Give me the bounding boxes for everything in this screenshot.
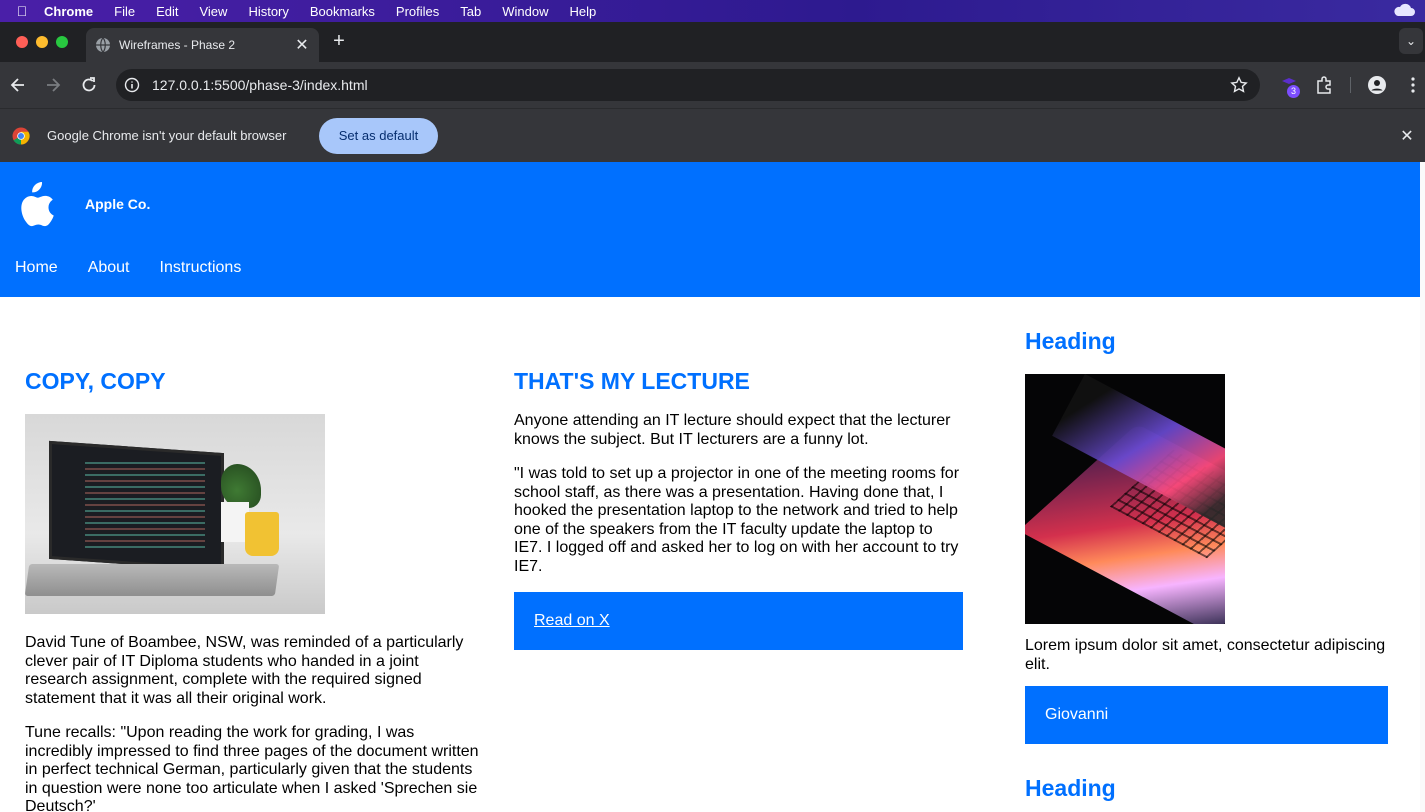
menu-view[interactable]: View xyxy=(199,4,227,19)
apple-logo-icon[interactable] xyxy=(15,182,55,229)
cloud-icon[interactable] xyxy=(1393,3,1415,17)
menu-bookmarks[interactable]: Bookmarks xyxy=(310,4,375,19)
read-on-x-box: Read on X xyxy=(514,592,963,650)
infobar-close-icon[interactable]: ✕ xyxy=(1399,126,1415,145)
article-paragraph: "I was told to set up a projector in one… xyxy=(514,465,960,575)
author-name-box: Giovanni xyxy=(1025,686,1388,744)
address-bar[interactable]: 127.0.0.1:5500/phase-3/index.html xyxy=(116,69,1260,101)
tab-search-chevron-icon[interactable]: ⌄ xyxy=(1399,28,1423,54)
article-copy-copy: COPY, COPY David Tune of Boambee, NSW, w… xyxy=(25,368,480,812)
window-minimize-button[interactable] xyxy=(36,36,48,48)
macbook-photo xyxy=(1025,374,1225,624)
main-nav: Home About Instructions xyxy=(15,259,271,277)
read-on-x-link[interactable]: Read on X xyxy=(534,612,610,629)
menu-history[interactable]: History xyxy=(248,4,288,19)
article-paragraph: David Tune of Boambee, NSW, was reminded… xyxy=(25,634,464,707)
window-zoom-button[interactable] xyxy=(56,36,68,48)
sidebar-text: Lorem ipsum dolor sit amet, consectetur … xyxy=(1025,637,1386,673)
site-header: Apple Co. Home About Instructions xyxy=(0,162,1420,297)
site-info-icon[interactable] xyxy=(124,77,140,93)
macos-menubar:  Chrome File Edit View History Bookmark… xyxy=(0,0,1425,22)
sidebar-heading: Heading xyxy=(1025,775,1116,801)
menu-chrome[interactable]: Chrome xyxy=(44,4,93,19)
forward-arrow-icon[interactable] xyxy=(43,75,63,95)
nav-home[interactable]: Home xyxy=(15,259,58,277)
menu-file[interactable]: File xyxy=(114,4,135,19)
tab-title: Wireframes - Phase 2 xyxy=(119,38,236,52)
toolbar-separator xyxy=(1350,77,1351,93)
sidebar-heading: Heading xyxy=(1025,328,1116,354)
nav-about[interactable]: About xyxy=(88,259,130,277)
back-arrow-icon[interactable] xyxy=(8,75,28,95)
url-text[interactable]: 127.0.0.1:5500/phase-3/index.html xyxy=(152,77,368,93)
menu-profiles[interactable]: Profiles xyxy=(396,4,439,19)
brand-name: Apple Co. xyxy=(85,196,151,212)
laptop-photo xyxy=(25,414,325,614)
browser-toolbar: 127.0.0.1:5500/phase-3/index.html 3 xyxy=(0,62,1425,108)
article-heading: THAT'S MY LECTURE xyxy=(514,368,750,394)
window-close-button[interactable] xyxy=(16,36,28,48)
nav-instructions[interactable]: Instructions xyxy=(160,259,242,277)
page-viewport: Apple Co. Home About Instructions COPY, … xyxy=(0,162,1425,812)
sidebar-column: Heading Lorem ipsum dolor sit amet, cons… xyxy=(1025,328,1388,801)
article-heading: COPY, COPY xyxy=(25,368,166,394)
default-browser-infobar: Google Chrome isn't your default browser… xyxy=(0,108,1425,162)
profile-avatar-icon[interactable] xyxy=(1367,75,1387,95)
more-menu-icon[interactable] xyxy=(1403,75,1423,95)
bookmark-star-icon[interactable] xyxy=(1230,76,1248,94)
extensions-icon[interactable] xyxy=(1314,75,1334,95)
menu-tab[interactable]: Tab xyxy=(460,4,481,19)
menu-help[interactable]: Help xyxy=(570,4,597,19)
globe-icon xyxy=(96,37,110,53)
menu-window[interactable]: Window xyxy=(502,4,548,19)
chrome-logo-icon xyxy=(12,127,30,145)
tab-wireframes[interactable]: Wireframes - Phase 2 ✕ xyxy=(86,28,319,62)
page-scrollbar[interactable] xyxy=(1420,162,1425,812)
menu-edit[interactable]: Edit xyxy=(156,4,178,19)
infobar-message: Google Chrome isn't your default browser xyxy=(47,128,287,143)
article-paragraph: Tune recalls: "Upon reading the work for… xyxy=(25,724,479,812)
article-paragraph: Anyone attending an IT lecture should ex… xyxy=(514,412,951,448)
apple-menu-icon[interactable]:  xyxy=(0,3,44,19)
reload-icon[interactable] xyxy=(79,75,99,95)
article-lecture: THAT'S MY LECTURE Anyone attending an IT… xyxy=(514,368,963,650)
new-tab-icon[interactable]: + xyxy=(330,30,348,52)
tab-close-icon[interactable]: ✕ xyxy=(293,35,311,55)
extension-badge: 3 xyxy=(1287,85,1300,98)
tab-strip: Wireframes - Phase 2 ✕ + ⌄ xyxy=(0,22,1425,62)
set-default-button[interactable]: Set as default xyxy=(319,118,438,154)
